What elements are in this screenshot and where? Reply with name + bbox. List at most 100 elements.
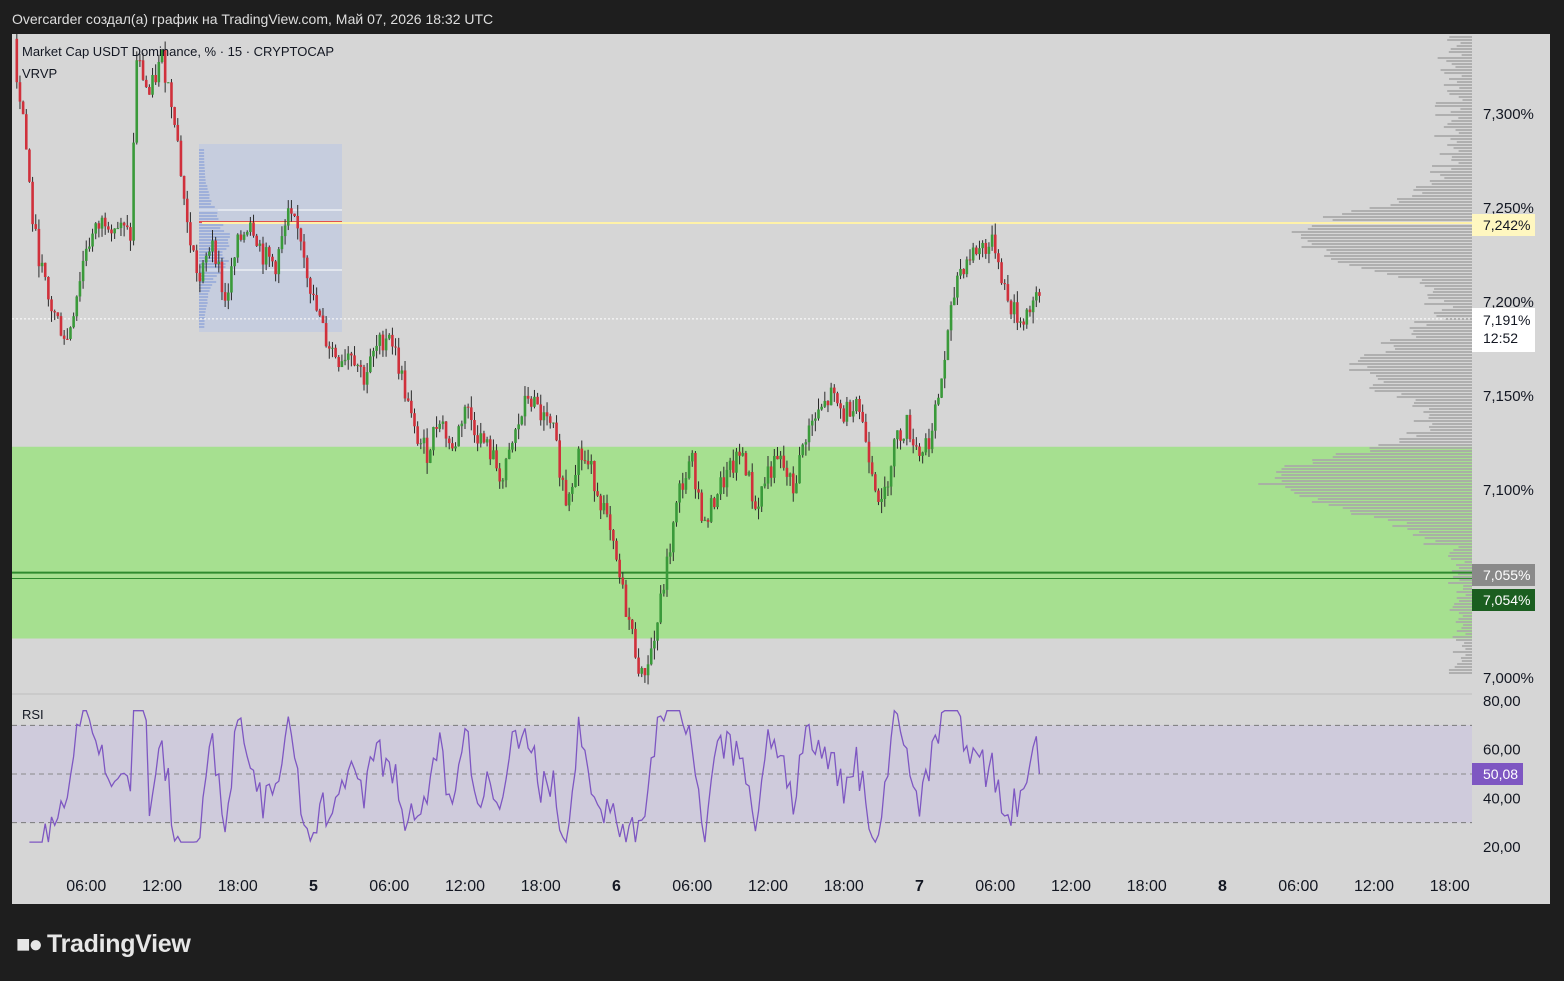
volume-profile-bar bbox=[1369, 207, 1472, 209]
vrvp-legend[interactable]: VRVP bbox=[22, 66, 57, 81]
candle-down bbox=[62, 335, 66, 339]
session-profile-bar bbox=[199, 191, 209, 193]
candle-down bbox=[968, 259, 972, 261]
candle-up bbox=[855, 399, 858, 412]
volume-profile-bar bbox=[1399, 441, 1472, 443]
candle-up bbox=[807, 425, 811, 443]
session-profile-bar bbox=[199, 188, 208, 190]
candle-up bbox=[116, 228, 120, 230]
candle-up bbox=[788, 473, 792, 477]
candle-up bbox=[280, 236, 284, 250]
chart-frame[interactable]: 7,300% 7,250% 7,200% 7,150% 7,100% 7,000% 80,0… bbox=[12, 34, 1550, 904]
session-profile-bar bbox=[199, 161, 205, 163]
candle-down bbox=[125, 225, 129, 228]
candle-down bbox=[189, 222, 192, 246]
candle-down bbox=[627, 616, 631, 620]
candle-up bbox=[574, 474, 577, 487]
candle-down bbox=[583, 460, 587, 462]
candle-down bbox=[261, 243, 265, 265]
candle-up bbox=[507, 449, 511, 459]
volume-profile-bar bbox=[1449, 609, 1472, 611]
candle-up bbox=[766, 466, 770, 484]
candle-up bbox=[100, 217, 104, 229]
candle-up bbox=[959, 268, 962, 276]
volume-profile-bar bbox=[1456, 141, 1472, 143]
time-axis-label: 18:00 bbox=[824, 878, 864, 895]
candle-down bbox=[31, 181, 34, 225]
session-profile-bar bbox=[199, 197, 210, 199]
candle-down bbox=[416, 426, 419, 444]
candle-up bbox=[504, 458, 508, 481]
volume-profile-bar bbox=[1416, 435, 1472, 437]
volume-profile-bar bbox=[1429, 426, 1472, 428]
candle-down bbox=[470, 407, 473, 420]
session-profile-bar bbox=[199, 284, 213, 286]
candle-up bbox=[283, 225, 287, 237]
volume-profile-bar bbox=[1454, 666, 1472, 668]
candle-down bbox=[593, 461, 596, 492]
volume-profile-bar bbox=[1328, 504, 1472, 506]
candle-down bbox=[842, 408, 846, 422]
candle-up bbox=[485, 439, 489, 443]
candle-up bbox=[773, 455, 776, 478]
price-axis-label: 7,000% bbox=[1483, 670, 1534, 687]
volume-profile-bar bbox=[1307, 228, 1472, 230]
candle-down bbox=[66, 338, 69, 340]
candle-down bbox=[1038, 292, 1041, 296]
volume-profile-bar bbox=[1432, 291, 1472, 293]
candle-down bbox=[466, 406, 470, 408]
symbol-legend[interactable]: Market Cap USDT Dominance, % · 15 · CRYP… bbox=[22, 44, 334, 59]
candle-down bbox=[43, 262, 47, 278]
candle-up bbox=[369, 356, 372, 373]
candle-down bbox=[293, 213, 296, 216]
volume-profile-bar bbox=[1349, 264, 1472, 266]
volume-profile-bar bbox=[1413, 402, 1472, 404]
candle-up bbox=[640, 668, 644, 674]
session-profile-bar bbox=[199, 290, 210, 292]
candle-up bbox=[249, 222, 252, 232]
candle-down bbox=[615, 540, 618, 560]
candle-up bbox=[665, 556, 669, 590]
candle-up bbox=[987, 246, 991, 254]
candle-down bbox=[776, 455, 779, 460]
candle-down bbox=[110, 229, 113, 234]
candle-down bbox=[637, 657, 640, 674]
candle-down bbox=[220, 261, 224, 293]
time-axis-label: 06:00 bbox=[66, 878, 106, 895]
volume-profile-bar bbox=[1427, 294, 1472, 296]
candle-up bbox=[517, 424, 520, 430]
volume-profile-bar bbox=[1422, 192, 1472, 194]
candle-up bbox=[533, 396, 536, 407]
volume-profile-bar bbox=[1439, 153, 1472, 155]
volume-profile-bar bbox=[1449, 36, 1472, 38]
candle-down bbox=[539, 404, 543, 421]
candle-up bbox=[659, 593, 662, 623]
candle-down bbox=[545, 412, 549, 417]
candle-down bbox=[722, 477, 726, 488]
session-profile-bar bbox=[199, 275, 217, 277]
candle-down bbox=[700, 492, 704, 521]
candle-up bbox=[520, 416, 524, 425]
rsi-legend[interactable]: RSI bbox=[22, 707, 44, 722]
candle-down bbox=[605, 503, 609, 515]
volume-profile-bar bbox=[1378, 444, 1472, 446]
time-axis-label: 7 bbox=[915, 878, 924, 895]
volume-profile-bar bbox=[1448, 555, 1472, 557]
candle-down bbox=[138, 60, 142, 62]
candle-down bbox=[141, 60, 145, 80]
candle-up bbox=[523, 395, 527, 417]
volume-profile-bar bbox=[1332, 456, 1472, 458]
chart-canvas[interactable]: 7,300%7,250%7,200%7,150%7,100%7,000%80,0… bbox=[12, 34, 1550, 904]
candle-up bbox=[725, 469, 729, 488]
candle-up bbox=[814, 418, 817, 421]
candle-down bbox=[555, 422, 558, 441]
tradingview-logo[interactable]: ■● TradingView bbox=[16, 930, 191, 959]
volume-profile-bar bbox=[1367, 366, 1472, 368]
logo-text: TradingView bbox=[47, 930, 191, 958]
candle-up bbox=[552, 422, 555, 424]
candle-up bbox=[921, 452, 924, 456]
volume-profile-bar bbox=[1426, 324, 1472, 326]
level-top-tag: 7,242% bbox=[1472, 214, 1536, 236]
candle-down bbox=[861, 411, 864, 422]
candle-up bbox=[204, 255, 208, 263]
